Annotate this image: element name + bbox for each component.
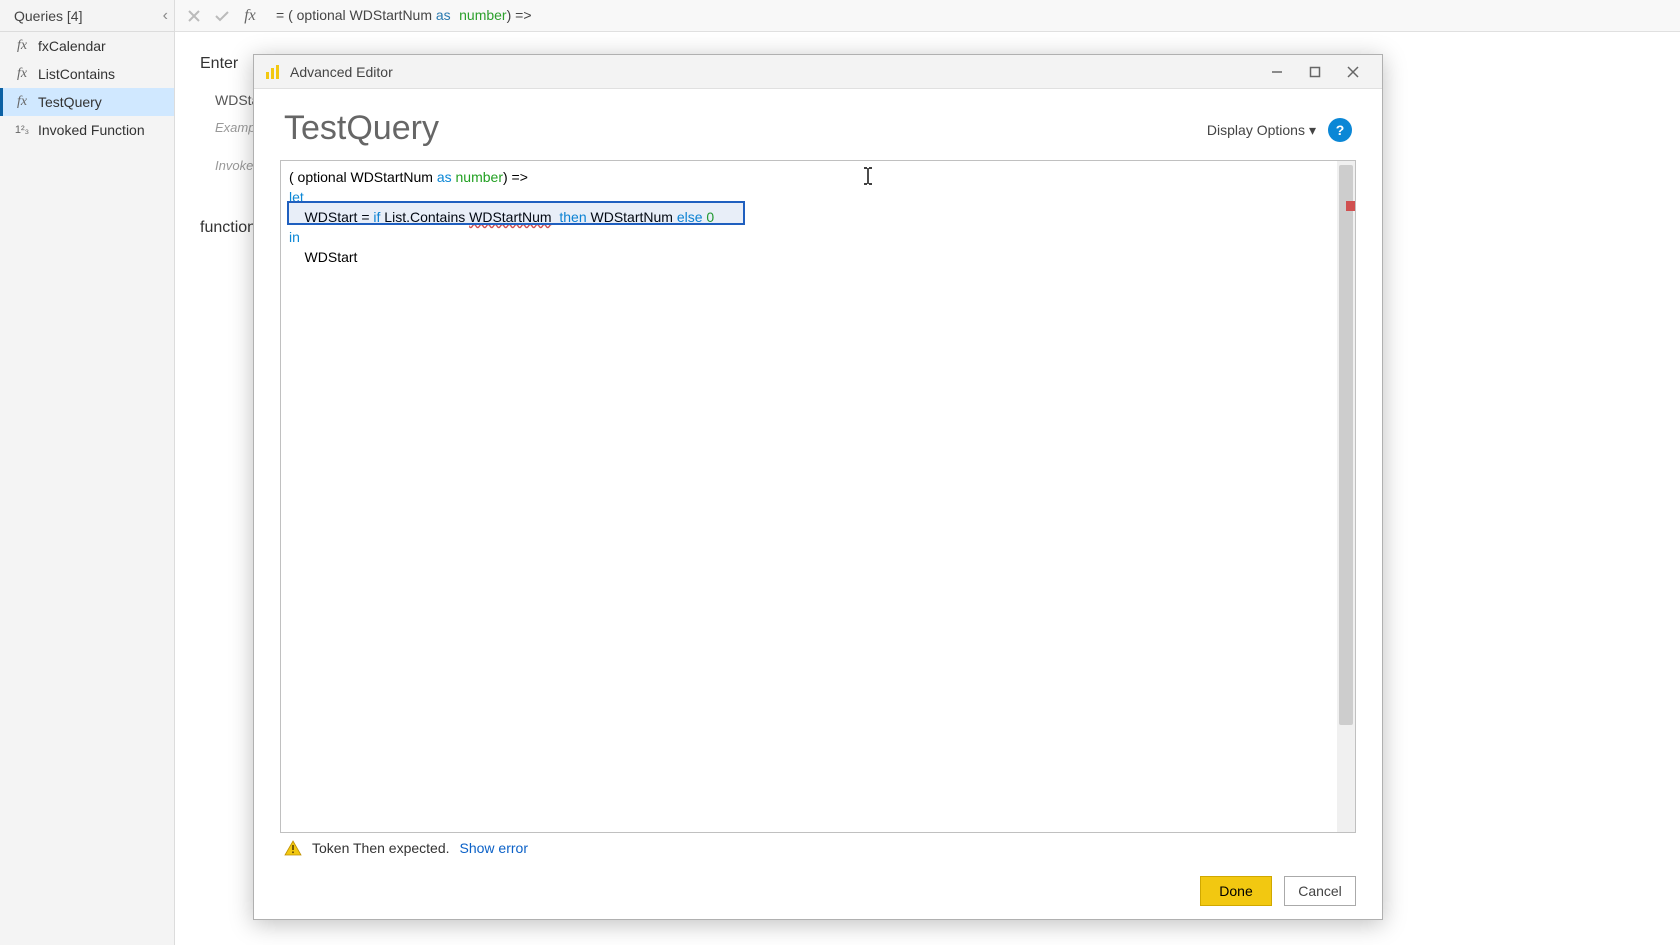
- number-icon: 1²₃: [14, 124, 30, 136]
- display-options-label: Display Options: [1207, 122, 1305, 138]
- query-item-listcontains[interactable]: fx ListContains: [0, 60, 174, 88]
- powerbi-icon: [264, 63, 282, 81]
- editor-scrollbar[interactable]: [1337, 161, 1355, 832]
- sidebar-title: Queries [4]: [14, 8, 82, 24]
- error-bar: Token Then expected. Show error: [254, 833, 1382, 863]
- code-line-4: in: [289, 227, 1347, 247]
- display-options-dropdown[interactable]: Display Options ▾: [1207, 122, 1316, 139]
- query-name-heading[interactable]: TestQuery: [284, 109, 439, 148]
- code-line-5: WDStart: [289, 247, 1347, 267]
- query-label: fxCalendar: [38, 38, 106, 54]
- warning-icon: [284, 839, 302, 857]
- bg-text-invoke: Invoke: [215, 158, 253, 173]
- code-line-2: let: [289, 187, 1347, 207]
- code-editor[interactable]: ( optional WDStartNum as number) => let …: [280, 160, 1356, 833]
- show-error-link[interactable]: Show error: [460, 840, 528, 856]
- query-label: ListContains: [38, 66, 115, 82]
- dialog-footer: Done Cancel: [254, 863, 1382, 919]
- minimize-button[interactable]: [1258, 57, 1296, 87]
- fx-icon[interactable]: fx: [236, 2, 264, 30]
- cancel-button[interactable]: Cancel: [1284, 876, 1356, 906]
- bg-text-enter: Enter: [200, 55, 238, 73]
- advanced-editor-dialog: Advanced Editor TestQuery Display Option…: [253, 54, 1383, 920]
- maximize-button[interactable]: [1296, 57, 1334, 87]
- chevron-down-icon: ▾: [1309, 122, 1316, 139]
- help-icon[interactable]: ?: [1328, 118, 1352, 142]
- collapse-sidebar-icon[interactable]: ‹: [163, 7, 168, 25]
- queries-sidebar: Queries [4] ‹ fx fxCalendar fx ListConta…: [0, 0, 175, 945]
- fx-icon: fx: [14, 66, 30, 82]
- fx-icon: fx: [14, 38, 30, 54]
- formula-text-a: = ( optional WDStartNum: [276, 7, 436, 23]
- text-cursor-icon: [861, 166, 875, 186]
- error-message: Token Then expected.: [312, 840, 450, 856]
- dialog-titlebar[interactable]: Advanced Editor: [254, 55, 1382, 89]
- query-item-testquery[interactable]: fx TestQuery: [0, 88, 174, 116]
- dialog-header: TestQuery Display Options ▾ ?: [254, 89, 1382, 160]
- formula-bar-row: fx = ( optional WDStartNum as number) =>: [0, 0, 1680, 32]
- commit-edit-icon[interactable]: [208, 2, 236, 30]
- error-marker[interactable]: [1346, 201, 1356, 211]
- code-line-1: ( optional WDStartNum as number) =>: [289, 167, 1347, 187]
- scrollbar-thumb[interactable]: [1339, 165, 1353, 725]
- query-item-invoked[interactable]: 1²₃ Invoked Function: [0, 116, 174, 144]
- fx-icon: fx: [14, 94, 30, 110]
- sidebar-header: Queries [4] ‹: [0, 0, 174, 32]
- formula-text-type: number: [459, 7, 506, 23]
- formula-text-b: ) =>: [507, 7, 532, 23]
- close-button[interactable]: [1334, 57, 1372, 87]
- code-line-3: WDStart = if List.Contains WDStartNum th…: [289, 207, 1347, 227]
- query-label: TestQuery: [38, 94, 102, 110]
- query-item-fxcalendar[interactable]: fx fxCalendar: [0, 32, 174, 60]
- cancel-edit-icon[interactable]: [180, 2, 208, 30]
- dialog-title: Advanced Editor: [290, 64, 1258, 80]
- query-label: Invoked Function: [38, 122, 145, 138]
- formula-text-as: as: [436, 7, 451, 23]
- bg-text-function: function: [200, 219, 256, 237]
- done-button[interactable]: Done: [1200, 876, 1272, 906]
- formula-bar[interactable]: = ( optional WDStartNum as number) =>: [264, 7, 1680, 24]
